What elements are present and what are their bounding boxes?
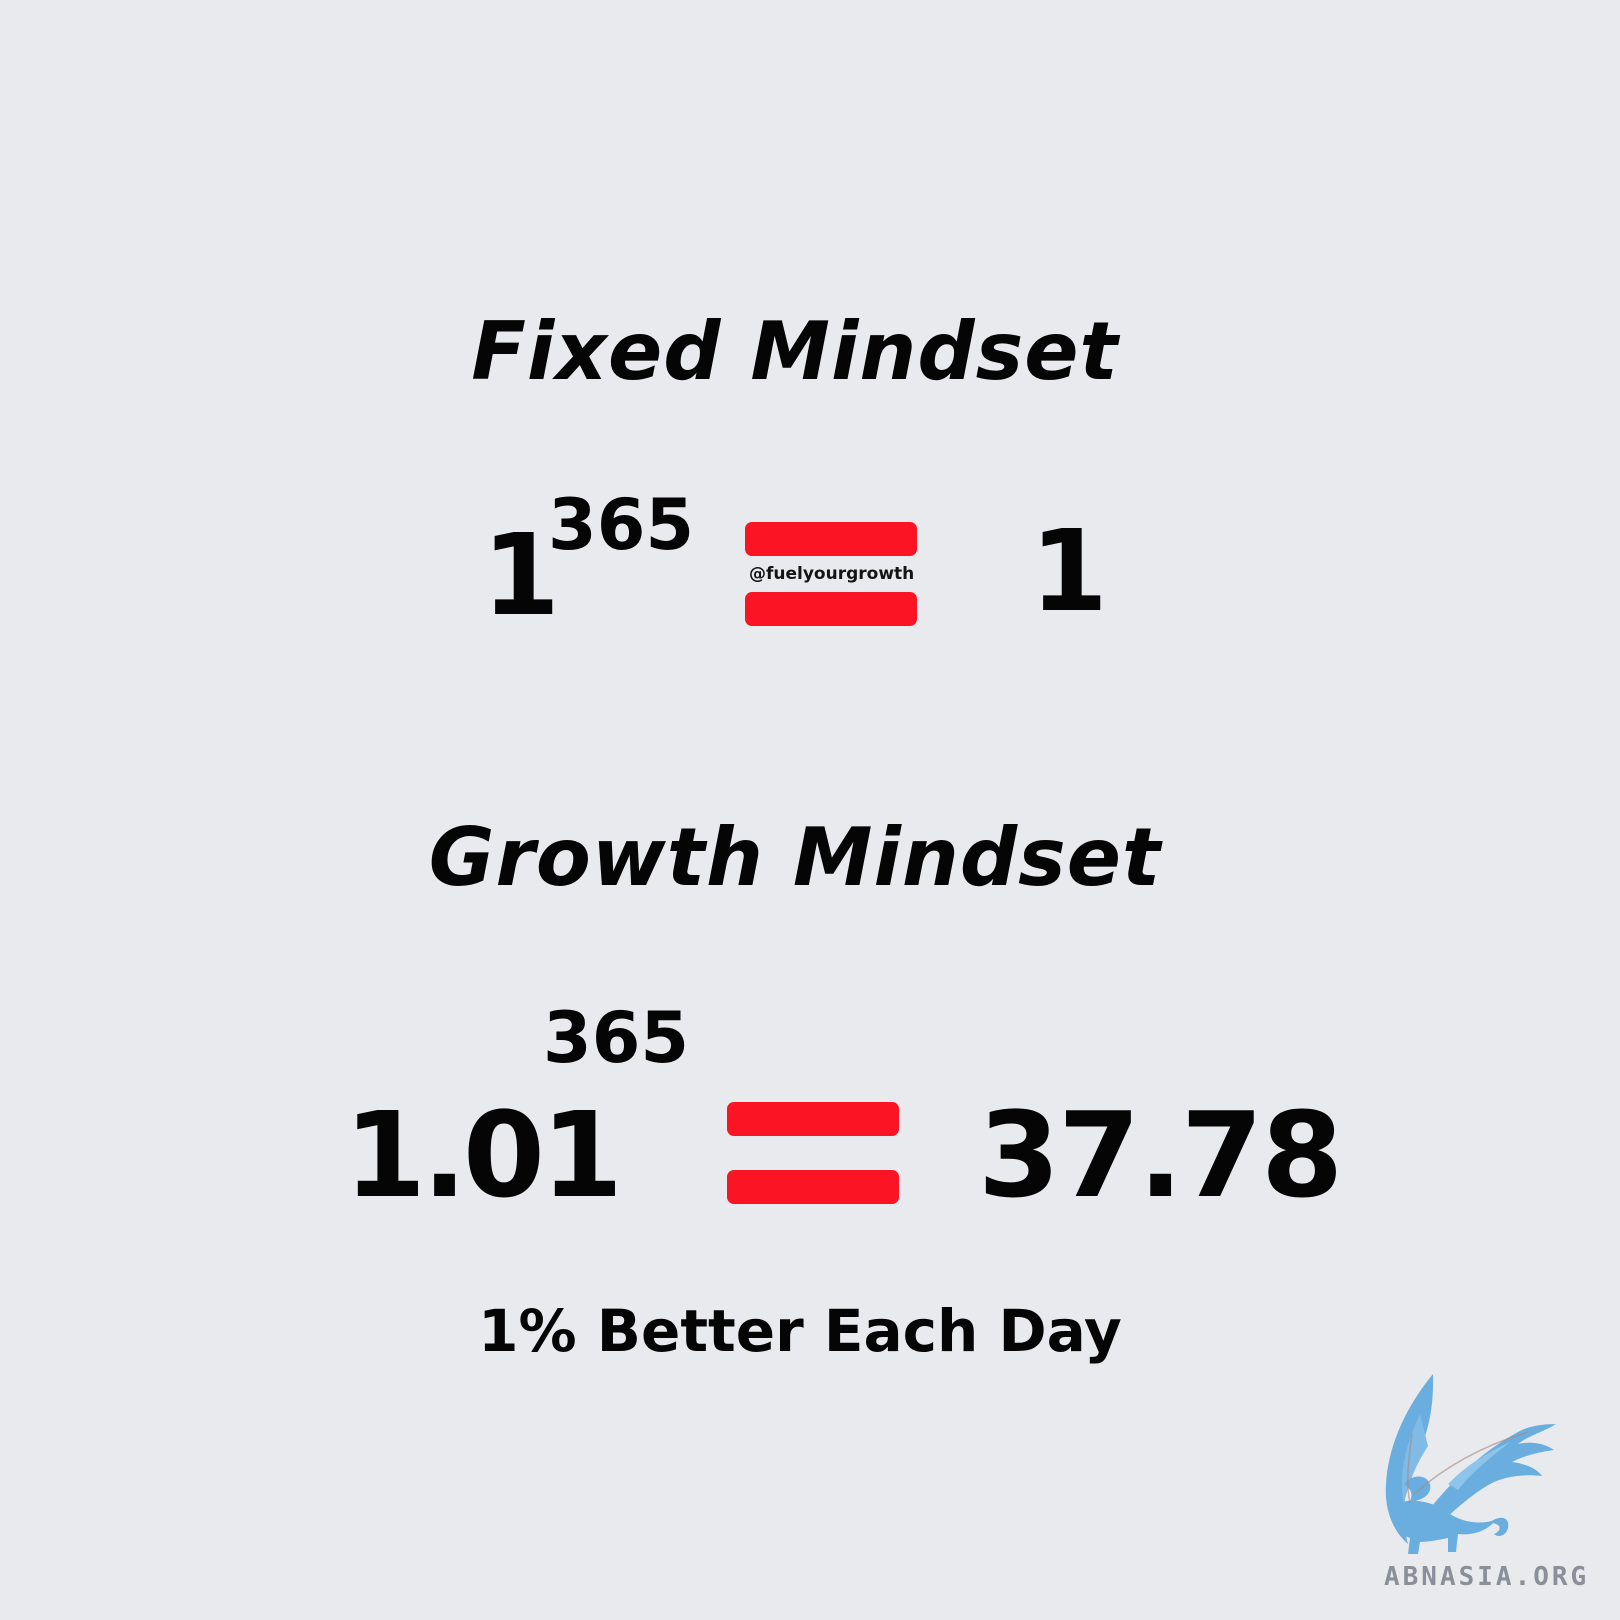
growth-result-number: 37.78 — [978, 1086, 1343, 1224]
equals-bar-bottom — [727, 1170, 899, 1204]
equals-bar-top — [727, 1102, 899, 1136]
fixed-exponent: 365 — [548, 484, 695, 566]
growth-mindset-title: Growth Mindset — [428, 811, 1162, 904]
equals-bar-bottom — [745, 592, 917, 626]
fixed-mindset-title: Fixed Mindset — [471, 305, 1119, 398]
watermark-handle: @fuelyourgrowth — [749, 564, 915, 584]
fixed-result-number: 1 — [1030, 507, 1108, 637]
growth-base-number: 1.01 — [344, 1086, 623, 1224]
equals-sign-growth — [727, 1102, 899, 1206]
tagline: 1% Better Each Day — [478, 1297, 1122, 1365]
griffin-icon — [1378, 1374, 1558, 1564]
growth-exponent: 365 — [543, 997, 690, 1079]
equals-bar-top — [745, 522, 917, 556]
logo-text: ABNASIA.ORG — [1384, 1562, 1590, 1592]
